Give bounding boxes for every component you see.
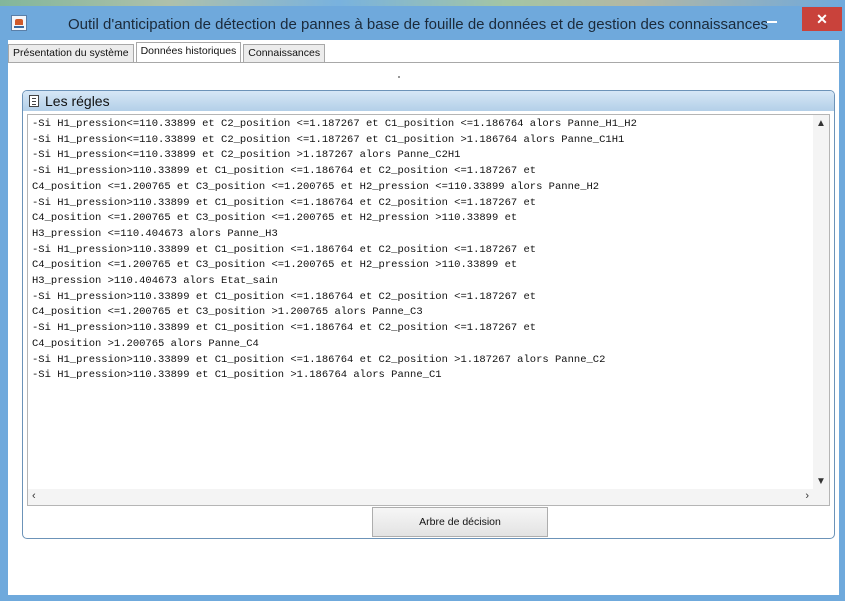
rule-line: C4_position <=1.200765 et C3_position <=… (32, 180, 600, 193)
rules-text: -Si H1_pression<=110.33899 et C2_positio… (32, 117, 812, 384)
java-app-icon[interactable] (11, 15, 27, 31)
chevron-up-icon[interactable]: ▲ (816, 118, 826, 129)
window-bottom-border (0, 595, 845, 601)
rule-line: -Si H1_pression>110.33899 et C1_position… (32, 322, 537, 335)
rule-line: -Si H1_pression>110.33899 et C1_position… (32, 369, 442, 382)
minimize-icon (767, 21, 777, 23)
tab-presentation[interactable]: Présentation du système (8, 44, 134, 63)
rules-panel-title: Les régles (45, 93, 110, 109)
rules-textarea[interactable]: -Si H1_pression<=110.33899 et C2_positio… (27, 114, 830, 506)
tab-divider (8, 62, 839, 63)
rule-line: H3_pression <=110.404673 alors Panne_H3 (32, 227, 278, 240)
application-window: Outil d'anticipation de détection de pan… (0, 0, 845, 601)
tab-strip: Présentation du système Données historiq… (8, 42, 327, 63)
rule-line: C4_position >1.200765 alors Panne_C4 (32, 337, 259, 350)
rule-line: -Si H1_pression<=110.33899 et C2_positio… (32, 133, 625, 146)
decision-tree-button[interactable]: Arbre de décision (372, 507, 548, 537)
rule-line: -Si H1_pression>110.33899 et C1_position… (32, 196, 537, 209)
rule-line: C4_position <=1.200765 et C3_position >1… (32, 306, 423, 319)
rule-line: -Si H1_pression<=110.33899 et C2_positio… (32, 149, 461, 162)
client-area: Présentation du système Données historiq… (8, 40, 839, 595)
rules-panel: Les régles -Si H1_pression<=110.33899 et… (22, 90, 835, 539)
rule-line: C4_position <=1.200765 et C3_position <=… (32, 212, 518, 225)
tab-connaissances[interactable]: Connaissances (243, 44, 326, 63)
rule-line: -Si H1_pression>110.33899 et C1_position… (32, 165, 537, 178)
chevron-right-icon[interactable]: › (805, 490, 809, 502)
title-bar[interactable]: Outil d'anticipation de détection de pan… (0, 0, 845, 40)
rule-line: C4_position <=1.200765 et C3_position <=… (32, 259, 518, 272)
taskbar-strip (0, 0, 845, 6)
chevron-down-icon[interactable]: ▼ (816, 476, 826, 487)
rule-line: H3_pression >110.404673 alors Etat_sain (32, 275, 278, 288)
minimize-button[interactable] (760, 6, 784, 32)
horizontal-scrollbar[interactable]: ‹ › (28, 489, 829, 505)
rule-line: -Si H1_pression>110.33899 et C1_position… (32, 290, 537, 303)
rule-line: -Si H1_pression<=110.33899 et C2_positio… (32, 118, 637, 130)
rule-line: -Si H1_pression>110.33899 et C1_position… (32, 243, 537, 256)
stray-dot (398, 76, 400, 78)
document-icon (29, 95, 39, 107)
chevron-left-icon[interactable]: ‹ (32, 490, 36, 502)
window-title: Outil d'anticipation de détection de pan… (68, 16, 769, 33)
rules-panel-header[interactable]: Les régles (23, 91, 834, 111)
close-button[interactable]: ✕ (802, 7, 842, 31)
tab-donnees-historiques[interactable]: Données historiques (135, 42, 242, 63)
vertical-scrollbar[interactable]: ▲ ▼ (813, 115, 829, 489)
close-icon: ✕ (816, 10, 828, 27)
rule-line: -Si H1_pression>110.33899 et C1_position… (32, 353, 606, 366)
